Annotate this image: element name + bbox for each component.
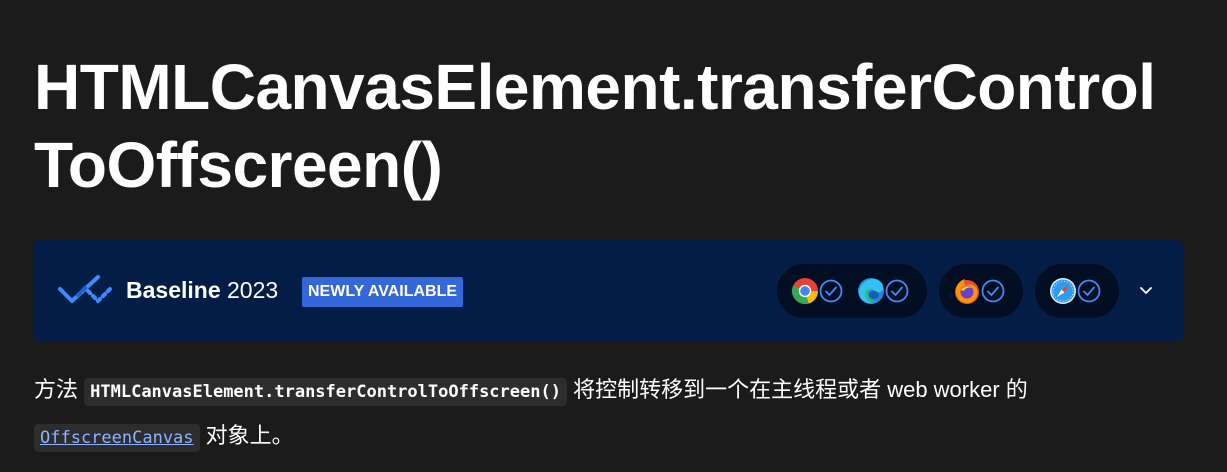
baseline-year: 2023 bbox=[227, 277, 279, 303]
baseline-label: Baseline bbox=[126, 277, 221, 303]
description-suffix: 对象上。 bbox=[205, 423, 294, 448]
page-title: HTMLCanvasElement.transferControlToOffsc… bbox=[34, 51, 1156, 201]
baseline-logo-icon bbox=[58, 275, 112, 303]
offscreencanvas-link[interactable]: OffscreenCanvas bbox=[34, 424, 200, 452]
newly-available-badge: NEWLY AVAILABLE bbox=[302, 277, 464, 307]
description-prefix: 方法 bbox=[34, 377, 79, 402]
baseline-banner: Baseline 2023 NEWLY AVAILABLE bbox=[34, 240, 1183, 342]
firefox-icon bbox=[955, 279, 979, 304]
edge-supported-check-icon bbox=[885, 279, 909, 303]
description-middle: 将控制转移到一个在主线程或者 web worker 的 bbox=[573, 377, 1028, 402]
edge-icon bbox=[858, 278, 884, 304]
safari-icon bbox=[1050, 278, 1076, 304]
browser-group-firefox bbox=[939, 264, 1023, 318]
method-description: 方法 HTMLCanvasElement.transferControlToOf… bbox=[34, 368, 1184, 460]
chevron-down-icon[interactable] bbox=[1134, 278, 1158, 302]
chrome-supported-check-icon bbox=[819, 279, 843, 303]
browser-group-chromium bbox=[777, 264, 927, 318]
chrome-icon bbox=[791, 278, 818, 305]
browser-group-safari bbox=[1035, 264, 1119, 318]
baseline-title: Baseline 2023 bbox=[126, 276, 278, 304]
method-code: HTMLCanvasElement.transferControlToOffsc… bbox=[84, 378, 567, 406]
safari-supported-check-icon bbox=[1077, 279, 1101, 303]
firefox-supported-check-icon bbox=[981, 279, 1005, 303]
